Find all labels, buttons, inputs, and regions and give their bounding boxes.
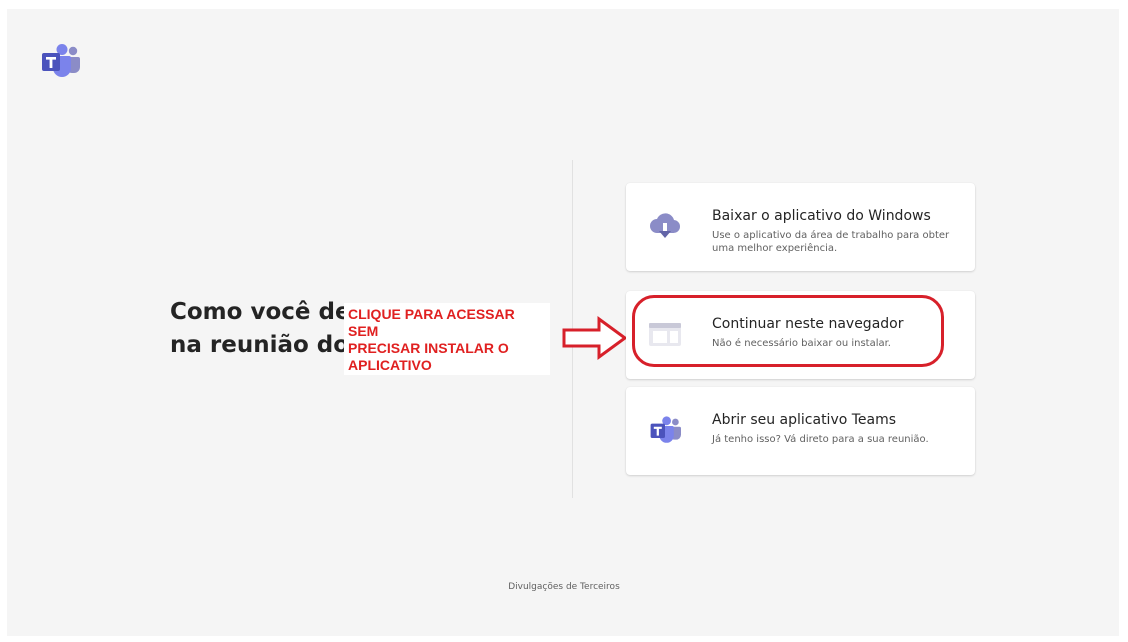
option-description: Use o aplicativo da área de trabalho par… <box>712 230 950 254</box>
annotation-arrow-icon <box>562 316 628 360</box>
download-cloud-icon <box>648 211 682 241</box>
heading-line-1: Como você de <box>170 299 351 325</box>
option-title: Baixar o aplicativo do Windows <box>712 208 931 224</box>
third-party-disclosures-link[interactable]: Divulgações de Terceiros <box>0 582 1128 592</box>
annotation-line-2: PRECISAR INSTALAR O <box>348 340 509 356</box>
annotation-line-1: CLIQUE PARA ACESSAR SEM <box>348 306 515 339</box>
annotation-line-3: APLICATIVO <box>348 357 432 373</box>
open-teams-app-option[interactable]: Abrir seu aplicativo Teams Já tenho isso… <box>626 387 975 475</box>
teams-logo-icon <box>648 415 682 445</box>
page-heading: Como você de na reunião do <box>170 296 351 362</box>
download-windows-app-option[interactable]: Baixar o aplicativo do Windows Use o apl… <box>626 183 975 271</box>
annotation-highlight-outline <box>632 295 944 367</box>
option-title: Abrir seu aplicativo Teams <box>712 412 897 428</box>
option-description: Já tenho isso? Vá direto para a sua reun… <box>712 434 929 445</box>
teams-logo-icon <box>42 44 80 77</box>
annotation-callout: CLIQUE PARA ACESSAR SEM PRECISAR INSTALA… <box>344 303 550 375</box>
heading-line-2: na reunião do <box>170 332 350 358</box>
